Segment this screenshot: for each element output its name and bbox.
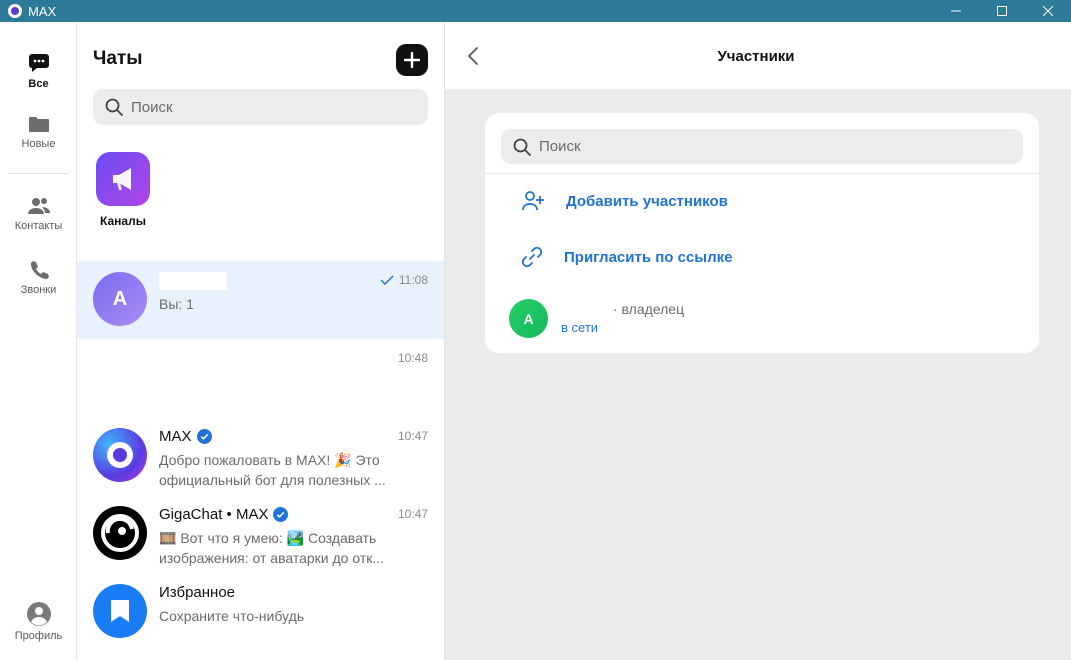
close-button[interactable] xyxy=(1025,0,1071,22)
members-panel: Участники Добавить участников Приглас xyxy=(445,22,1071,660)
verified-badge-icon xyxy=(273,507,289,522)
members-title: Участники xyxy=(717,48,795,65)
add-user-icon xyxy=(522,191,544,211)
phone-icon xyxy=(30,261,49,279)
verified-badge-icon xyxy=(196,429,212,444)
close-icon xyxy=(1043,6,1053,16)
avatar: A xyxy=(509,299,548,338)
maximize-icon xyxy=(997,6,1007,16)
chat-time: 10:48 xyxy=(397,351,428,365)
window-title: MAX xyxy=(28,3,57,19)
chat-name-text xyxy=(159,272,227,290)
chat-search[interactable] xyxy=(93,89,428,125)
rail-item-contacts[interactable]: Контакты xyxy=(0,196,77,232)
minimize-icon xyxy=(951,10,961,12)
rail-item-new[interactable]: Новые xyxy=(0,114,77,150)
megaphone-icon xyxy=(96,152,150,206)
chat-row[interactable]: 10:48 xyxy=(77,339,444,417)
chat-bubble-icon xyxy=(28,54,49,72)
chat-name: Избранное xyxy=(159,584,236,601)
page-title: Чаты xyxy=(93,48,143,69)
contacts-icon xyxy=(27,198,50,214)
chat-row[interactable]: GigaChat • MAX 10:47 🎞️ Вот что я умею: … xyxy=(77,495,444,573)
members-search[interactable] xyxy=(501,129,1023,164)
search-icon xyxy=(105,98,123,116)
members-search-input[interactable] xyxy=(539,138,999,155)
avatar: A xyxy=(93,272,147,326)
member-row[interactable]: A · владелец в сети xyxy=(509,299,1009,339)
invite-link-button[interactable]: Пригласить по ссылке xyxy=(521,246,732,268)
chat-preview: 🎞️ Вот что я умею: 🏞️ Создавать изображе… xyxy=(159,528,419,568)
chat-preview: Сохраните что-нибудь xyxy=(159,608,305,624)
divider xyxy=(485,173,1039,174)
profile-icon xyxy=(26,602,51,626)
chat-row[interactable]: Избранное Сохраните что-нибудь xyxy=(77,573,444,651)
rail-divider xyxy=(8,173,68,174)
rail-label: Профиль xyxy=(14,630,63,642)
chat-time: 10:47 xyxy=(397,429,428,443)
chat-search-input[interactable] xyxy=(131,98,411,116)
chat-time: 11:08 xyxy=(380,273,428,287)
plus-icon xyxy=(404,52,420,68)
channels-shortcut[interactable]: Каналы xyxy=(93,152,153,228)
add-members-button[interactable]: Добавить участников xyxy=(521,190,728,212)
chat-preview: Вы: 1 xyxy=(159,296,194,312)
add-members-label: Добавить участников xyxy=(566,192,728,210)
rail-label: Все xyxy=(28,78,49,90)
minimize-button[interactable] xyxy=(933,0,979,22)
invite-link-label: Пригласить по ссылке xyxy=(564,248,733,266)
members-card: Добавить участников Пригласить по ссылке… xyxy=(485,113,1039,353)
rail-label: Новые xyxy=(21,138,56,150)
rail-item-profile[interactable]: Профиль xyxy=(0,602,77,642)
chat-name: GigaChat • MAX xyxy=(159,506,289,523)
members-header: Участники xyxy=(445,22,1071,89)
max-logo-icon xyxy=(93,428,147,482)
chat-preview-line: изображения: от аватарки до отк... xyxy=(159,550,385,566)
window-titlebar: MAX xyxy=(0,0,1071,22)
chat-time: 10:47 xyxy=(397,507,428,521)
channels-label: Каналы xyxy=(100,214,146,228)
chat-name-text: MAX xyxy=(159,428,192,445)
link-icon xyxy=(521,246,543,268)
chat-name-text: GigaChat • MAX xyxy=(159,506,269,523)
search-icon xyxy=(513,138,531,156)
navigation-rail: Все Новые Контакты Звонки Профиль xyxy=(0,22,77,660)
rail-item-calls[interactable]: Звонки xyxy=(0,260,77,296)
max-logo-icon xyxy=(8,4,22,18)
chat-time-text: 11:08 xyxy=(398,273,428,287)
chat-name: MAX xyxy=(159,428,212,445)
chat-preview-line: 🎞️ Вот что я умею: 🏞️ Создавать xyxy=(159,530,377,546)
rail-label: Контакты xyxy=(14,220,63,232)
gigachat-logo-icon xyxy=(93,506,147,560)
rail-item-all[interactable]: Все xyxy=(0,52,77,90)
new-chat-button[interactable] xyxy=(396,44,428,76)
bookmark-icon xyxy=(93,584,147,638)
chat-row[interactable]: A 11:08 Вы: 1 xyxy=(77,261,444,339)
chat-preview: Добро пожаловать в MAX! 🎉 Это официальны… xyxy=(159,452,386,488)
chat-name xyxy=(159,272,227,290)
member-status: в сети xyxy=(561,320,599,335)
folder-icon xyxy=(28,117,49,132)
chat-list-panel: Чаты Каналы A 11:08 Вы: 1 xyxy=(77,22,445,660)
maximize-button[interactable] xyxy=(979,0,1025,22)
read-check-icon xyxy=(380,275,394,285)
window-controls xyxy=(933,0,1071,22)
chat-row[interactable]: MAX 10:47 Добро пожаловать в MAX! 🎉 Это … xyxy=(77,417,444,495)
member-role: · владелец xyxy=(613,301,685,317)
rail-label: Звонки xyxy=(20,284,57,296)
